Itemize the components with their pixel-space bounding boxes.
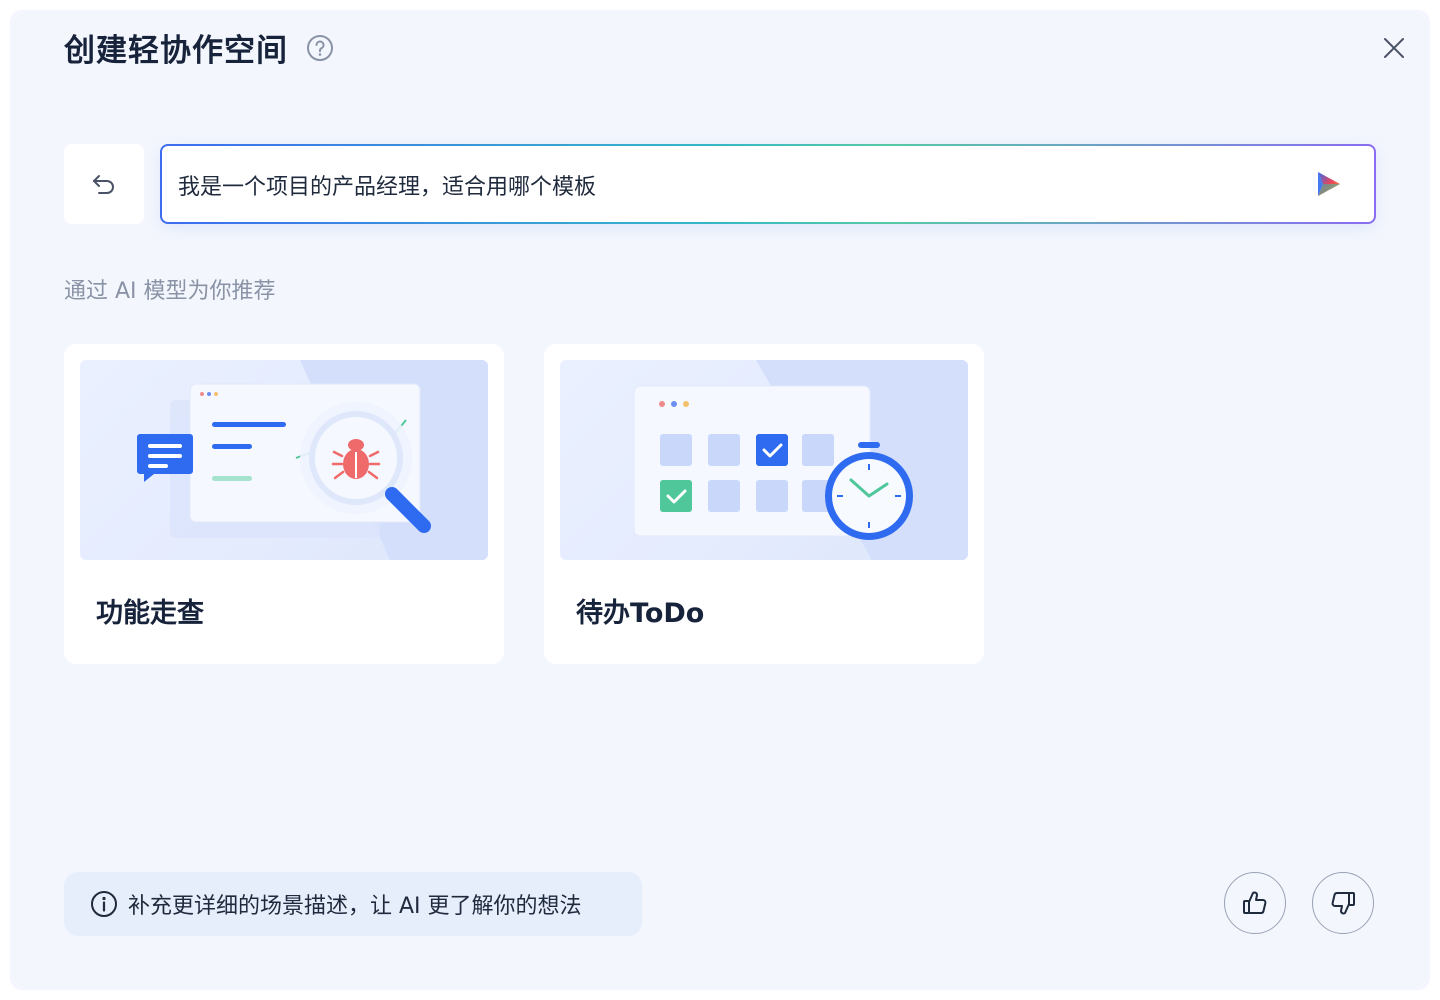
- info-icon: [91, 891, 117, 917]
- send-arrow-icon[interactable]: [1312, 168, 1344, 200]
- dislike-button[interactable]: [1312, 872, 1374, 934]
- create-space-dialog: 创建轻协作空间 我是一个项目的产品经理，适合用哪个模板 通过 AI 模型为你推荐…: [10, 10, 1430, 990]
- todo-clock-illustration: [560, 360, 968, 560]
- card-title: 待办ToDo: [576, 598, 705, 629]
- like-button[interactable]: [1224, 872, 1286, 934]
- template-card-feature-review[interactable]: 功能走查: [64, 344, 504, 664]
- close-icon[interactable]: [1382, 36, 1406, 60]
- recommend-label: 通过 AI 模型为你推荐: [64, 279, 276, 304]
- prompt-box: [160, 144, 1376, 224]
- question-circle-icon[interactable]: [306, 34, 334, 62]
- template-card-todo[interactable]: 待办ToDo: [544, 344, 984, 664]
- back-button[interactable]: [64, 144, 144, 224]
- thumbs-up-icon: [1243, 891, 1267, 914]
- prompt-input[interactable]: [176, 146, 1280, 224]
- card-title: 功能走查: [96, 598, 204, 629]
- undo-arrow-icon: [93, 175, 114, 194]
- tip-text: 补充更详细的场景描述，让 AI 更了解你的想法: [128, 894, 582, 919]
- dialog-title: 创建轻协作空间: [64, 33, 288, 69]
- bug-search-illustration: [80, 360, 488, 560]
- thumbs-down-icon: [1331, 892, 1355, 915]
- tip-banner: 补充更详细的场景描述，让 AI 更了解你的想法: [64, 872, 642, 936]
